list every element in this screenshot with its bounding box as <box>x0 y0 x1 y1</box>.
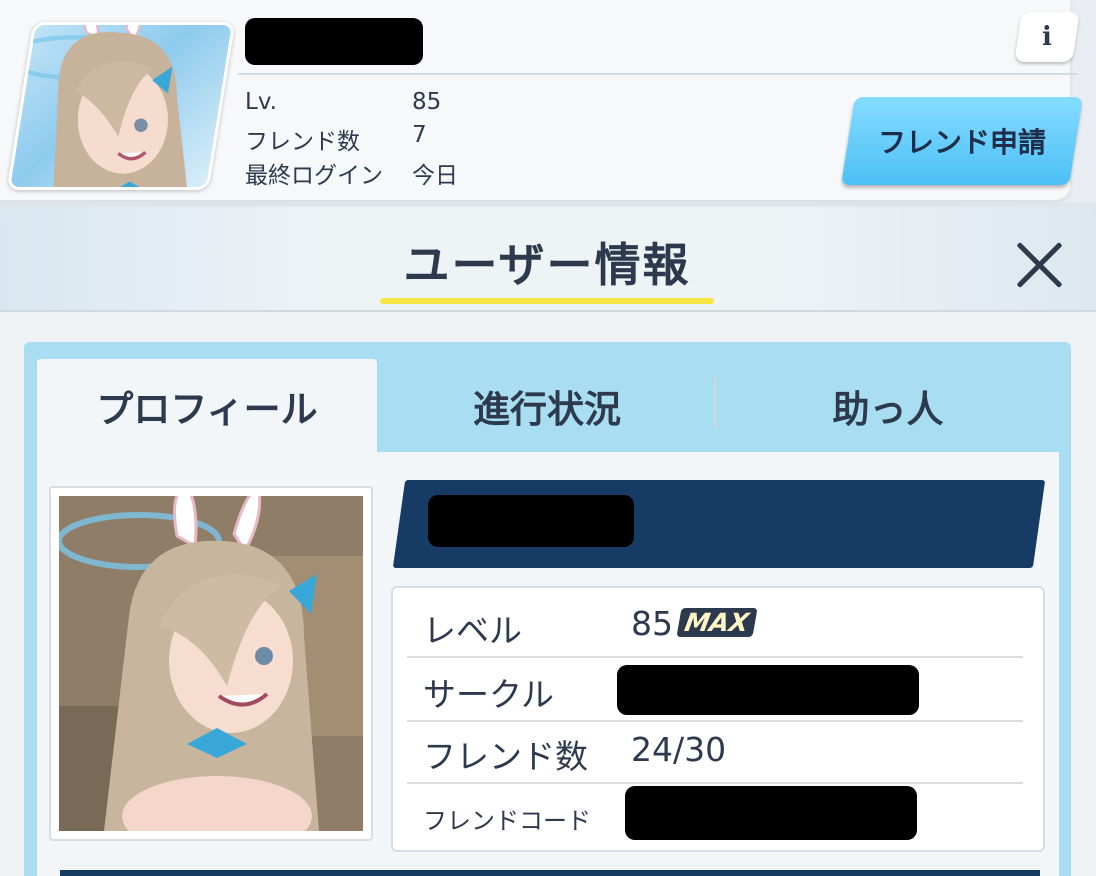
friend-card: i Lv. 85 フレンド数 7 最終ログイン 今日 フレンド申請 <box>0 0 1096 203</box>
tab-profile[interactable]: プロフィール <box>37 359 377 452</box>
level-value-wrap: 85 MAX <box>631 604 758 643</box>
character-portrait-icon <box>7 22 189 190</box>
max-badge: MAX <box>676 608 758 637</box>
stat-label: フレンド数 <box>245 129 360 155</box>
stat-value: 7 <box>412 122 427 148</box>
stat-level: Lv. 85 <box>245 89 441 115</box>
stat-value: 今日 <box>412 163 458 189</box>
friend-code-redacted <box>625 786 917 840</box>
row-friends: フレンド数 24/30 <box>407 720 1023 784</box>
bottom-banner-edge <box>60 870 1040 876</box>
tab-separator <box>714 377 716 429</box>
stat-friends: フレンド数 7 <box>245 122 427 156</box>
panel-header: ユーザー情報 <box>0 207 1096 312</box>
page-title: ユーザー情報 <box>403 238 691 292</box>
stat-label: Lv. <box>245 89 277 115</box>
user-info-panel: ユーザー情報 プロフィール 進行状況 助っ人 レベル 85 MAX サークル フ… <box>0 207 1096 876</box>
level-label: レベル <box>423 611 522 650</box>
profile-tab-body: レベル 85 MAX サークル フレンド数 24/30 フレンドコード <box>37 452 1059 876</box>
row-circle: サークル <box>407 658 1023 722</box>
row-friend-code: フレンドコード <box>407 782 1023 844</box>
friends-value: 24/30 <box>631 730 727 769</box>
stat-value: 85 <box>412 89 442 115</box>
character-art-icon <box>59 496 363 831</box>
character-card[interactable] <box>49 486 373 841</box>
friend-code-label: フレンドコード <box>423 807 591 835</box>
profile-info-table: レベル 85 MAX サークル フレンド数 24/30 フレンドコード <box>391 586 1045 852</box>
friends-label: フレンド数 <box>423 737 588 776</box>
level-value: 85 <box>631 604 673 643</box>
info-icon: i <box>1042 22 1052 52</box>
friend-request-label: フレンド申請 <box>877 126 1046 159</box>
tab-progress[interactable]: 進行状況 <box>377 359 717 452</box>
friend-request-button[interactable]: フレンド申請 <box>841 97 1083 185</box>
tab-helper[interactable]: 助っ人 <box>717 359 1059 452</box>
friend-avatar[interactable] <box>6 22 236 190</box>
row-level: レベル 85 MAX <box>407 594 1023 658</box>
friend-card-panel: i Lv. 85 フレンド数 7 最終ログイン 今日 フレンド申請 <box>0 0 1083 200</box>
stat-label: 最終ログイン <box>245 163 383 189</box>
title-underline <box>380 298 714 304</box>
divider <box>238 73 1078 75</box>
close-icon[interactable] <box>1010 235 1070 295</box>
profile-name-redacted <box>428 495 634 547</box>
friend-name-redacted <box>245 18 423 65</box>
circle-name-redacted <box>617 665 919 715</box>
profile-content: プロフィール 進行状況 助っ人 レベル 85 MAX サークル フレンド数 24… <box>24 342 1071 876</box>
stat-last-login: 最終ログイン 今日 <box>245 156 458 190</box>
info-button[interactable]: i <box>1014 12 1080 62</box>
circle-label: サークル <box>423 675 555 714</box>
